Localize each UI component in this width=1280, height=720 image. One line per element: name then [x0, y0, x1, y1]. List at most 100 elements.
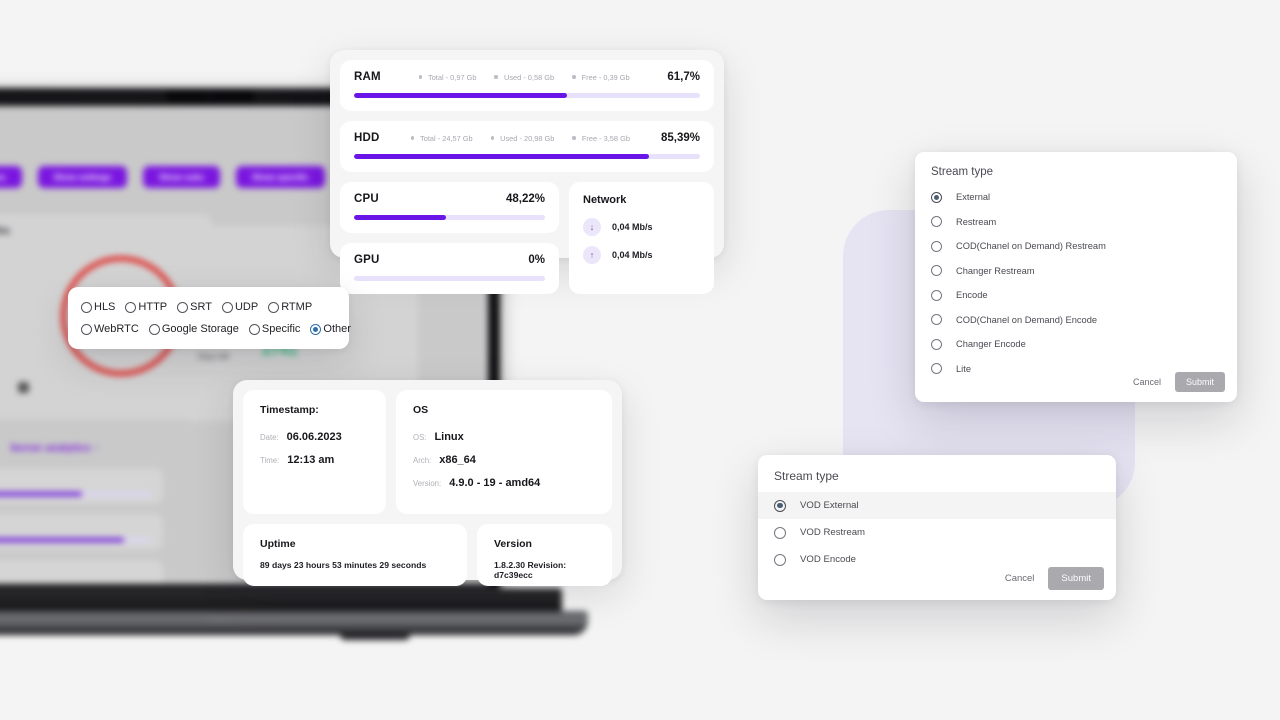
network-download-row: ↓ 0,04 Mb/s [583, 218, 700, 236]
radio-icon[interactable] [931, 363, 942, 375]
stat-meta-item: Total - 0,97 Gb [418, 73, 476, 82]
stat-meta-text: Free - 3,58 Gb [581, 133, 630, 143]
protocol-option-other[interactable]: Other [310, 323, 351, 335]
timestamp-time-row: Time: 12:13 am [260, 454, 369, 466]
stat-percent: 48,22% [505, 193, 545, 205]
radio-icon[interactable] [177, 301, 189, 313]
protocol-option-srt[interactable]: SRT [177, 301, 212, 313]
radio-icon[interactable] [774, 553, 786, 566]
cancel-button[interactable]: Cancel [999, 569, 1041, 588]
option-label: Lite [956, 363, 971, 374]
option-label: COD(Chanel on Demand) Encode [956, 314, 1098, 325]
vod-stream-type-dialog: Stream type VOD External VOD Restream VO… [758, 455, 1116, 600]
network-title: Network [583, 194, 627, 206]
stream-type-option-changer-encode[interactable]: Changer Encode [915, 332, 1237, 357]
radio-icon[interactable] [148, 323, 160, 335]
protocol-option-hls[interactable]: HLS [81, 301, 115, 313]
dashboard-mini-stat: RAM [0, 468, 163, 504]
radio-icon[interactable] [81, 323, 92, 335]
radio-icon[interactable] [221, 301, 233, 313]
option-label: VOD External [800, 500, 859, 511]
protocol-row-1: HLS HTTP SRT UDP RTMP [81, 296, 336, 318]
stat-meta-item: Used - 0,58 Gb [494, 73, 554, 82]
bullet-icon [494, 75, 498, 79]
server-stats-panel: RAM Total - 0,97 Gb Used - 0,58 Gb Free … [330, 50, 724, 294]
stat-meta-item: Used - 20,98 Gb [490, 133, 555, 143]
version-card: Version 1.8.2.30 Revision: d7c39ecc [477, 524, 612, 586]
protocol-option-udp[interactable]: UDP [221, 301, 259, 313]
radio-icon[interactable] [931, 289, 942, 301]
protocol-option-http[interactable]: HTTP [125, 301, 167, 313]
radio-icon[interactable] [931, 216, 942, 228]
version-value: 1.8.2.30 Revision: d7c39ecc [494, 560, 567, 580]
submit-button[interactable]: Submit [1048, 567, 1104, 590]
radio-icon[interactable] [931, 191, 942, 203]
vod-stream-type-option-external[interactable]: VOD External [758, 492, 1116, 519]
protocol-option-label: UDP [234, 301, 259, 313]
option-label: Changer Restream [956, 265, 1035, 276]
protocol-option-specific[interactable]: Specific [248, 323, 300, 335]
protocol-option-label: Google Storage [161, 323, 239, 335]
stream-type-option-external[interactable]: External [915, 185, 1237, 210]
bullet-icon [410, 136, 415, 140]
protocol-option-label: HTTP [138, 301, 168, 313]
radio-icon[interactable] [931, 265, 942, 277]
stream-type-option-cod-restream[interactable]: COD(Chanel on Demand) Restream [915, 234, 1237, 259]
timestamp-time-key: Time: [260, 456, 280, 465]
protocol-option-rtmp[interactable]: RTMP [268, 301, 312, 313]
stream-type-option-encode[interactable]: Encode [915, 283, 1237, 308]
bullet-icon [572, 136, 576, 140]
stat-card-cpu: CPU 48,22% [340, 182, 559, 233]
os-version-key: Version: [413, 479, 442, 488]
radio-icon[interactable] [81, 301, 92, 313]
protocol-option-google-storage[interactable]: Google Storage [148, 323, 239, 335]
stat-meta-item: Total - 24,57 Gb [410, 134, 473, 143]
stat-percent: 61,7% [667, 71, 700, 83]
protocol-option-label: RTMP [281, 301, 313, 313]
radio-icon[interactable] [268, 301, 280, 313]
radio-icon[interactable] [931, 240, 942, 252]
option-label: COD(Chanel on Demand) Restream [956, 241, 1106, 252]
option-label: VOD Encode [800, 554, 856, 565]
timestamp-card: Timestamp: Date: 06.06.2023 Time: 12:13 … [243, 390, 386, 514]
system-info-panel: Timestamp: Date: 06.06.2023 Time: 12:13 … [233, 380, 622, 586]
laptop-base-notch [0, 615, 210, 622]
network-upload-row: ↑ 0,04 Mb/s [583, 246, 700, 264]
network-card: Network ↓ 0,04 Mb/s ↑ 0,04 Mb/s [569, 182, 714, 294]
radio-icon[interactable] [248, 323, 260, 335]
version-title: Version [494, 538, 532, 550]
os-title: OS [413, 404, 429, 416]
dialog-actions: Cancel Submit [1127, 372, 1225, 392]
stat-percent: 0% [528, 254, 545, 266]
os-card: OS OS: Linux Arch: x86_64 Version: 4.9.0… [396, 390, 612, 514]
stream-type-option-cod-encode[interactable]: COD(Chanel on Demand) Encode [915, 308, 1237, 333]
bullet-icon [418, 75, 422, 79]
stream-type-dialog: Stream type External Restream COD(Chanel… [915, 152, 1237, 402]
radio-icon[interactable] [774, 526, 786, 539]
mini-stat-bar [0, 538, 151, 542]
stat-meta-text: Used - 20,98 Gb [500, 133, 555, 143]
stat-label: GPU [354, 254, 380, 266]
dashboard-mini-stat: CPU [0, 560, 163, 584]
dialog-actions: Cancel Submit [999, 567, 1104, 590]
vod-stream-type-option-restream[interactable]: VOD Restream [758, 519, 1116, 546]
os-version-row: Version: 4.9.0 - 19 - amd64 [413, 477, 595, 489]
stat-meta-item: Free - 0,39 Gb [572, 73, 630, 82]
os-name-row: OS: Linux [413, 431, 595, 443]
stat-card-ram: RAM Total - 0,97 Gb Used - 0,58 Gb Free … [340, 60, 714, 111]
radio-icon[interactable] [310, 323, 322, 335]
protocol-option-webrtc[interactable]: WebRTC [81, 323, 139, 335]
radio-icon[interactable] [774, 499, 786, 512]
option-label: Changer Encode [956, 339, 1026, 350]
os-name-value: Linux [434, 431, 464, 443]
cancel-button[interactable]: Cancel [1127, 373, 1167, 391]
radio-icon[interactable] [931, 314, 942, 326]
radio-icon[interactable] [125, 301, 137, 313]
stream-type-option-changer-restream[interactable]: Changer Restream [915, 259, 1237, 284]
stream-type-option-restream[interactable]: Restream [915, 210, 1237, 235]
legend-dot-used [18, 382, 29, 393]
bullet-icon [490, 136, 495, 140]
submit-button[interactable]: Submit [1174, 372, 1225, 392]
radio-icon[interactable] [931, 338, 942, 350]
bullet-icon [572, 75, 576, 79]
